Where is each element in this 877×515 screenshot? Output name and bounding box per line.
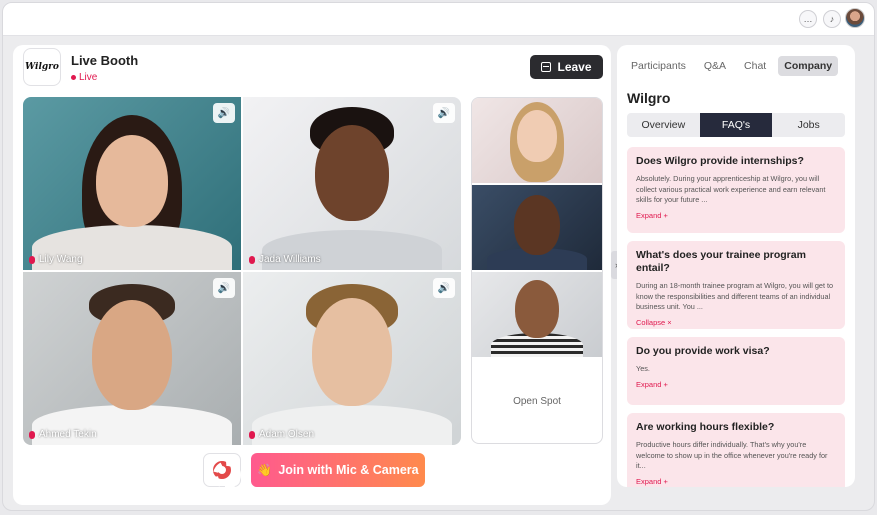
- mic-icon: [249, 430, 255, 439]
- app-window: … ♪ Wilgro Live Booth Live Leave 🔊 Lily …: [2, 2, 875, 511]
- audience-tile[interactable]: [472, 98, 602, 183]
- speaker-icon[interactable]: 🔊: [213, 278, 235, 298]
- speaker-icon[interactable]: 🔊: [213, 103, 235, 123]
- faq-answer: Yes.: [636, 364, 650, 373]
- leave-label: Leave: [557, 60, 592, 74]
- faq-item: Does Wilgro provide internships? Absolut…: [627, 147, 845, 233]
- faq-expand-toggle[interactable]: Expand +: [636, 380, 836, 389]
- participant-face: [517, 110, 557, 162]
- booth-title: Live Booth: [71, 53, 139, 68]
- faq-answer: Absolutely. During your apprenticeship a…: [636, 174, 826, 204]
- company-panel: Participants Q&A Chat Company Wilgro Ove…: [617, 45, 855, 487]
- company-subtabs: Overview FAQ's Jobs: [627, 113, 845, 137]
- audience-tile[interactable]: [472, 272, 602, 357]
- faq-answer: Productive hours differ individually. Th…: [636, 440, 828, 470]
- participant-name: Ahmed Tekin: [29, 429, 97, 440]
- participant-face: [515, 280, 559, 338]
- faq-list: Does Wilgro provide internships? Absolut…: [627, 147, 845, 487]
- video-tile[interactable]: 🔊 Adam Olsen: [243, 272, 461, 445]
- subtab-overview[interactable]: Overview: [627, 113, 700, 137]
- company-name: Wilgro: [627, 90, 671, 106]
- participant-name-text: Jada Williams: [259, 254, 321, 265]
- mic-icon: [29, 255, 35, 264]
- video-tile[interactable]: 🔊 Lily Wang: [23, 97, 241, 270]
- live-status: Live: [71, 72, 97, 83]
- join-button[interactable]: 👋 Join with Mic & Camera: [251, 453, 425, 487]
- speaker-icon[interactable]: 🔊: [433, 278, 455, 298]
- participant-face: [315, 125, 389, 221]
- participant-face: [312, 298, 392, 406]
- support-button[interactable]: [203, 453, 241, 489]
- exit-icon: [541, 62, 552, 72]
- live-booth-panel: Wilgro Live Booth Live Leave 🔊 Lily Wang…: [13, 45, 611, 505]
- faq-collapse-toggle[interactable]: Collapse ×: [636, 318, 836, 327]
- faq-question: Does Wilgro provide internships?: [636, 155, 804, 167]
- subtab-jobs[interactable]: Jobs: [772, 113, 845, 137]
- faq-expand-toggle[interactable]: Expand +: [636, 211, 836, 220]
- tab-company[interactable]: Company: [778, 56, 839, 76]
- participant-name: Jada Williams: [249, 254, 321, 265]
- live-dot-icon: [71, 75, 76, 80]
- mic-icon: [29, 430, 35, 439]
- faq-item: Are working hours flexible? Productive h…: [627, 413, 845, 487]
- participant-face: [96, 135, 168, 227]
- tab-chat[interactable]: Chat: [738, 56, 772, 76]
- lifebuoy-icon: [213, 461, 241, 489]
- chat-icon[interactable]: …: [799, 10, 817, 28]
- panel-tabs: Participants Q&A Chat Company: [625, 55, 847, 77]
- audience-column: Open Spot: [471, 97, 603, 444]
- user-avatar[interactable]: [845, 8, 865, 28]
- participant-name: Lily Wang: [29, 254, 83, 265]
- video-grid: 🔊 Lily Wang 🔊 Jada Williams 🔊 Ahmed Teki…: [23, 97, 461, 445]
- participant-face: [92, 300, 172, 410]
- audience-tile[interactable]: [472, 185, 602, 270]
- faq-answer: During an 18-month trainee program at Wi…: [636, 281, 834, 311]
- subtab-faqs[interactable]: FAQ's: [699, 113, 773, 137]
- speaker-icon[interactable]: 🔊: [433, 103, 455, 123]
- join-label: Join with Mic & Camera: [278, 463, 419, 477]
- participant-name-text: Adam Olsen: [259, 429, 315, 440]
- open-spot[interactable]: Open Spot: [472, 359, 602, 443]
- participant-face: [514, 195, 560, 255]
- participant-name-text: Lily Wang: [39, 254, 83, 265]
- leave-button[interactable]: Leave: [530, 55, 603, 79]
- faq-question: Are working hours flexible?: [636, 421, 775, 433]
- top-bar: … ♪: [3, 3, 874, 36]
- wave-icon: 👋: [257, 463, 273, 477]
- participant-name-text: Ahmed Tekin: [39, 429, 97, 440]
- participant-name: Adam Olsen: [249, 429, 314, 440]
- mic-icon: [249, 255, 255, 264]
- tab-qa[interactable]: Q&A: [698, 56, 732, 76]
- faq-expand-toggle[interactable]: Expand +: [636, 477, 836, 486]
- video-tile[interactable]: 🔊 Jada Williams: [243, 97, 461, 270]
- bell-icon[interactable]: ♪: [823, 10, 841, 28]
- faq-item: Do you provide work visa? Yes. Expand +: [627, 337, 845, 405]
- company-logo: Wilgro: [23, 48, 61, 86]
- faq-question: Do you provide work visa?: [636, 345, 770, 357]
- faq-item: What's does your trainee program entail?…: [627, 241, 845, 329]
- video-tile[interactable]: 🔊 Ahmed Tekin: [23, 272, 241, 445]
- faq-question: What's does your trainee program entail?: [636, 249, 806, 274]
- live-label: Live: [79, 72, 98, 83]
- tab-participants[interactable]: Participants: [625, 56, 692, 76]
